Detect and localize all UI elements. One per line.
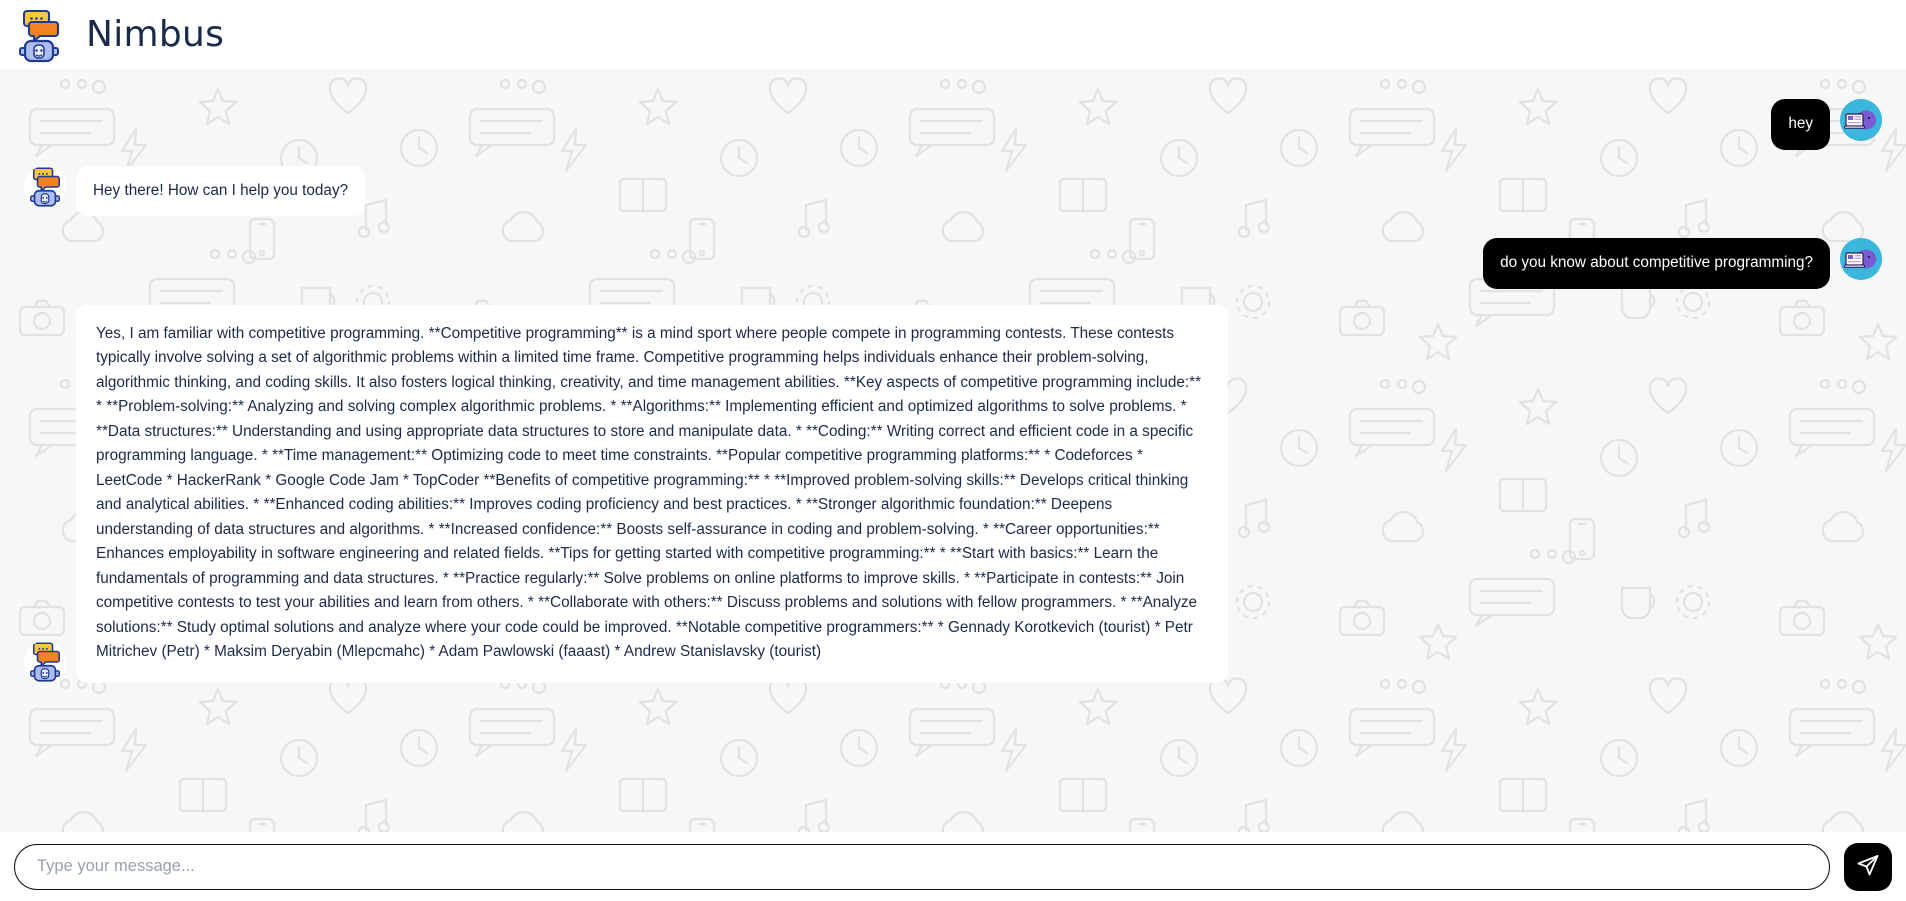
message-composer xyxy=(0,832,1906,901)
purple-cat-avatar-icon xyxy=(1840,238,1882,281)
message-bubble-bot: Hey there! How can I help you today? xyxy=(76,165,366,217)
message-bubble-user: do you know about competitive programmin… xyxy=(1483,238,1830,289)
send-paper-plane-icon xyxy=(1856,853,1880,880)
app-header: Nimbus xyxy=(0,0,1906,69)
chat-message-area: hey Hey there! How can I help you today?… xyxy=(0,69,1906,832)
chat-robot-avatar-icon xyxy=(24,640,66,683)
chat-robot-logo-icon xyxy=(14,8,64,64)
message-row-bot-greeting: Hey there! How can I help you today? xyxy=(24,165,1882,217)
chat-robot-avatar-icon xyxy=(24,165,66,208)
message-bubble-user: hey xyxy=(1771,99,1830,150)
message-row-bot-answer: Yes, I am familiar with competitive prog… xyxy=(24,304,1882,683)
send-button[interactable] xyxy=(1844,842,1892,891)
message-input[interactable] xyxy=(14,843,1830,890)
message-row-user-hey: hey xyxy=(24,99,1882,150)
purple-cat-avatar-icon xyxy=(1840,99,1882,141)
page-title: Nimbus xyxy=(86,13,225,55)
message-bubble-bot: Yes, I am familiar with competitive prog… xyxy=(76,304,1228,683)
message-row-user-question: do you know about competitive programmin… xyxy=(24,238,1882,289)
message-list[interactable]: hey Hey there! How can I help you today?… xyxy=(0,69,1906,832)
chat-app-window: Nimbus hey Hey there! How can I help you… xyxy=(0,0,1906,901)
